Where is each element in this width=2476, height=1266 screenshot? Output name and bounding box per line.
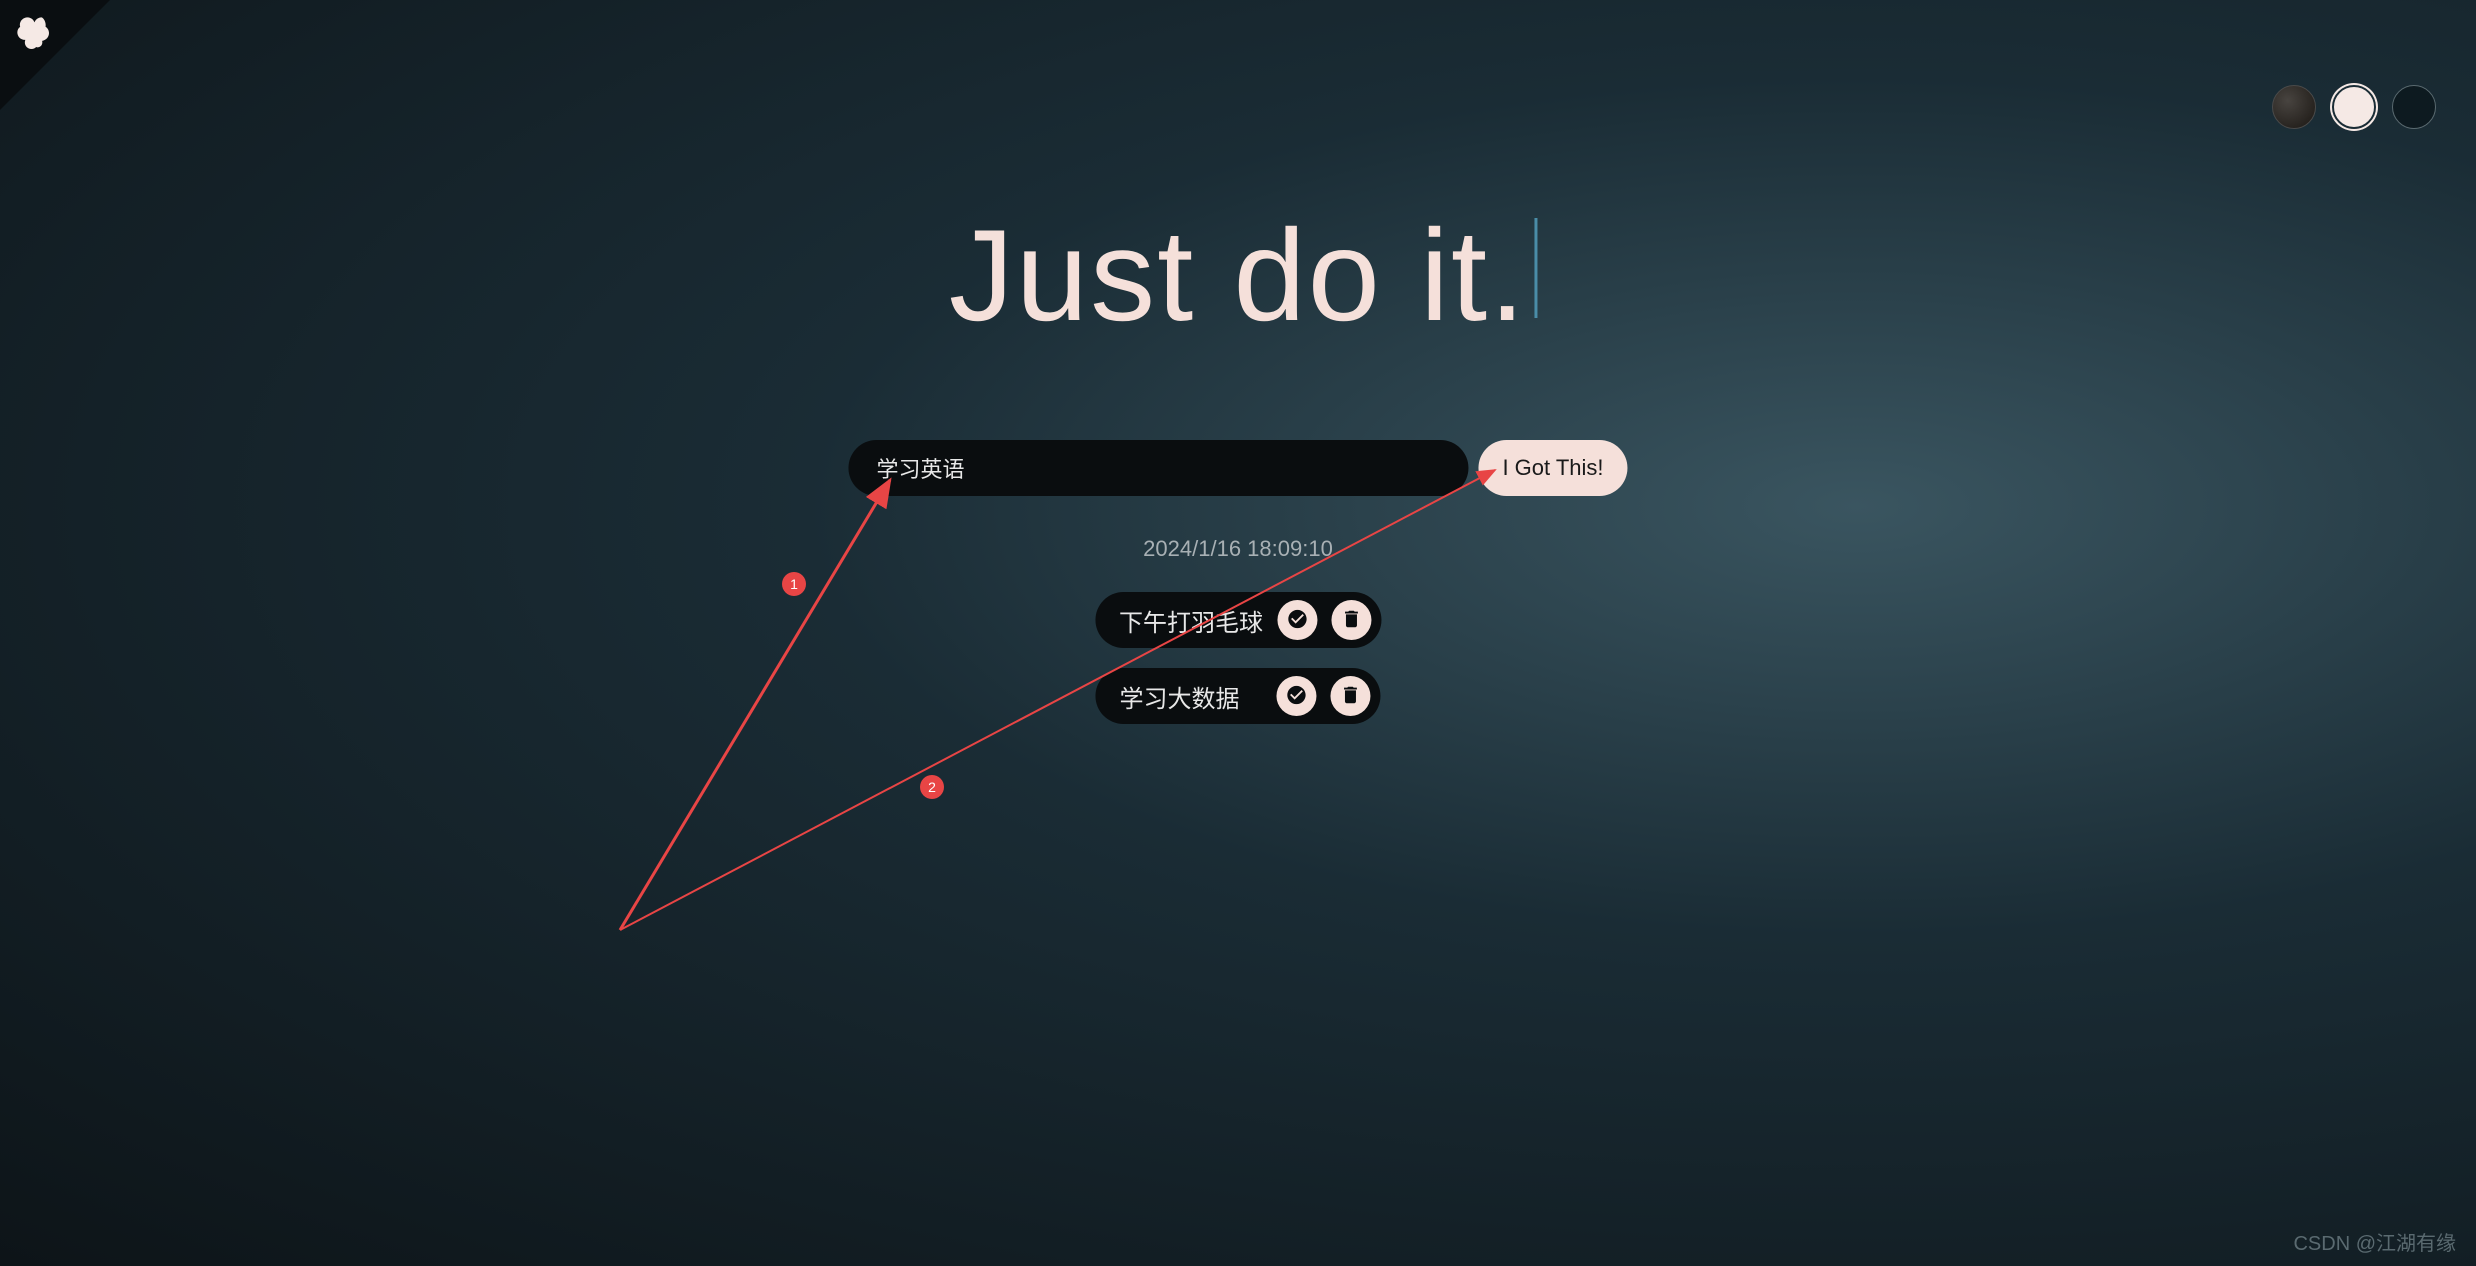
task-item: 学习大数据 xyxy=(1095,668,1380,724)
task-item: 下午打羽毛球 xyxy=(1095,592,1381,648)
theme-swatch-light[interactable] xyxy=(2332,85,2376,129)
theme-swatch-dark-warm[interactable] xyxy=(2272,85,2316,129)
task-text: 学习大数据 xyxy=(1119,679,1262,714)
complete-button[interactable] xyxy=(1276,676,1316,716)
complete-button[interactable] xyxy=(1277,600,1317,640)
theme-switcher xyxy=(2272,85,2436,129)
check-icon xyxy=(1286,608,1308,633)
task-input[interactable] xyxy=(848,440,1468,496)
trash-icon xyxy=(1340,608,1362,633)
app-logo-icon[interactable] xyxy=(14,14,54,54)
trash-icon xyxy=(1339,684,1361,709)
timestamp: 2024/1/16 18:09:10 xyxy=(1143,536,1333,562)
annotation-badge-1: 1 xyxy=(782,572,806,596)
theme-swatch-dark-teal[interactable] xyxy=(2392,85,2436,129)
page-title: Just do it. xyxy=(949,200,1527,350)
task-list: 下午打羽毛球 学习大数据 xyxy=(1095,592,1381,724)
task-input-row: I Got This! xyxy=(848,440,1627,496)
submit-button[interactable]: I Got This! xyxy=(1478,440,1627,496)
delete-button[interactable] xyxy=(1331,600,1371,640)
main-content: Just do it. I Got This! 2024/1/16 18:09:… xyxy=(848,200,1627,724)
delete-button[interactable] xyxy=(1330,676,1370,716)
annotation-badge-2: 2 xyxy=(920,775,944,799)
check-icon xyxy=(1285,684,1307,709)
task-text: 下午打羽毛球 xyxy=(1119,603,1263,638)
watermark: CSDN @江湖有缘 xyxy=(2293,1227,2456,1256)
